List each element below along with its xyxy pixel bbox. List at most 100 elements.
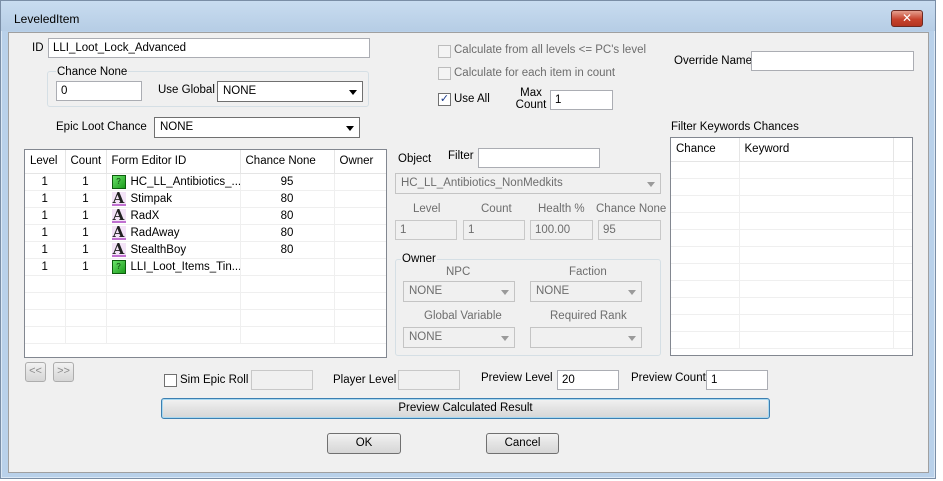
empty-row [671,314,912,332]
epic-loot-label: Epic Loot Chance [56,121,147,133]
chevron-down-icon [501,290,509,295]
row-form-id-cell: A RadAway [106,224,241,242]
leveled-item-window: LeveledItem ✕ ID LLI_Loot_Lock_Advanced … [0,0,936,479]
row-count: 1 [65,190,107,208]
filter-label: Filter [448,150,474,162]
chevron-down-icon [501,336,509,341]
chevron-down-icon [346,126,354,131]
col-header-count[interactable]: Count [65,150,107,174]
row-form-id: RadX [130,209,160,222]
col-header-form-editor-id[interactable]: Form Editor ID [106,150,241,174]
title-bar[interactable]: LeveledItem ✕ [1,1,935,31]
row-chance-none: 80 [240,241,335,259]
chance-none-field[interactable]: 0 [56,81,142,101]
empty-row [671,229,912,247]
override-name-label: Override Name [674,55,752,67]
object-select[interactable]: HC_LL_Antibiotics_NonMedkits [395,173,661,194]
use-all-label: Use All [454,93,490,105]
window-title: LeveledItem [14,12,80,26]
chevron-down-icon [628,290,636,295]
sim-epic-roll-checkbox[interactable] [164,374,177,387]
filter-keywords-label: Filter Keywords Chances [671,121,799,133]
leveled-list-table[interactable]: Level Count Form Editor ID Chance None O… [24,149,387,358]
use-global-select[interactable]: NONE [217,81,363,102]
col-header-chance[interactable]: Chance [671,138,740,162]
object-health-label: Health % [538,203,585,215]
row-owner [334,173,386,191]
row-form-id-cell: ? LLI_Loot_Items_Tin... [106,258,241,276]
override-name-field[interactable] [751,51,914,71]
row-chance-none: 80 [240,207,335,225]
object-label: Object [398,153,432,165]
calc-each-item-label: Calculate for each item in count [454,67,616,79]
table-row[interactable]: 1 1 A StealthBoy 80 [25,241,386,259]
max-count-label: Max Count [515,87,547,111]
empty-row [25,309,386,327]
cancel-button[interactable]: Cancel [486,433,559,454]
row-chance-none: 80 [240,190,335,208]
calc-all-levels-checkbox[interactable] [438,45,451,58]
col-header-keyword[interactable]: Keyword [739,138,894,162]
use-global-label: Use Global [158,84,215,96]
empty-row [25,292,386,310]
row-owner [334,207,386,225]
player-level-field[interactable] [398,370,460,390]
chance-none-label: Chance None [56,66,129,78]
col-header-spacer [893,138,912,162]
id-field[interactable]: LLI_Loot_Lock_Advanced [48,38,370,58]
col-header-level[interactable]: Level [25,150,66,174]
sim-epic-roll-field[interactable] [251,370,313,390]
object-count-field[interactable]: 1 [463,220,525,240]
row-form-id-cell: A Stimpak [106,190,241,208]
calc-each-item-checkbox[interactable] [438,67,451,80]
move-up-button[interactable]: << [25,362,46,382]
preview-calculated-result-button[interactable]: Preview Calculated Result [161,398,770,419]
col-header-chance-none[interactable]: Chance None [240,150,335,174]
ok-button[interactable]: OK [327,433,401,454]
table-row[interactable]: 1 1 A RadX 80 [25,207,386,225]
object-health-field[interactable]: 100.00 [530,220,593,240]
preview-count-field[interactable]: 1 [706,370,768,390]
preview-level-field[interactable]: 20 [557,370,619,390]
npc-select[interactable]: NONE [403,281,515,302]
row-count: 1 [65,207,107,225]
empty-row [671,263,912,281]
row-form-id-cell: A StealthBoy [106,241,241,259]
table-row[interactable]: 1 1 ? LLI_Loot_Items_Tin... [25,258,386,276]
row-chance-none: 95 [240,173,335,191]
move-down-button[interactable]: >> [53,362,74,382]
preview-count-label: Preview Count [631,372,706,384]
item-letter-icon: A [111,207,126,224]
row-form-id-cell: A RadX [106,207,241,225]
filter-field[interactable] [478,148,600,168]
sim-epic-roll-label: Sim Epic Roll [180,374,249,386]
close-button[interactable]: ✕ [891,10,923,27]
object-level-field[interactable]: 1 [395,220,457,240]
required-rank-select[interactable] [530,327,642,348]
object-chance-field[interactable]: 95 [598,220,661,240]
global-variable-select[interactable]: NONE [403,327,515,348]
empty-row [671,280,912,298]
row-form-id: Stimpak [130,192,173,205]
table-row[interactable]: 1 1 A Stimpak 80 [25,190,386,208]
keywords-header-row: Chance Keyword [671,138,912,162]
max-count-field[interactable]: 1 [550,90,613,110]
empty-row [671,246,912,264]
global-variable-value: NONE [409,331,443,343]
item-letter-icon: A [111,241,126,258]
global-variable-label: Global Variable [424,310,502,322]
epic-loot-select[interactable]: NONE [154,117,360,138]
empty-row [671,161,912,179]
table-row[interactable]: 1 1 ? HC_LL_Antibiotics_... 95 [25,173,386,191]
table-row[interactable]: 1 1 A RadAway 80 [25,224,386,242]
faction-select[interactable]: NONE [530,281,642,302]
row-level: 1 [25,207,66,225]
empty-row [671,331,912,349]
row-level: 1 [25,241,66,259]
col-header-owner[interactable]: Owner [334,150,386,174]
filter-keywords-table[interactable]: Chance Keyword [670,137,913,356]
npc-value: NONE [409,285,443,297]
row-form-id-cell: ? HC_LL_Antibiotics_... [106,173,241,191]
use-all-checkbox[interactable]: ✓ [438,93,451,106]
row-form-id: RadAway [130,226,180,239]
